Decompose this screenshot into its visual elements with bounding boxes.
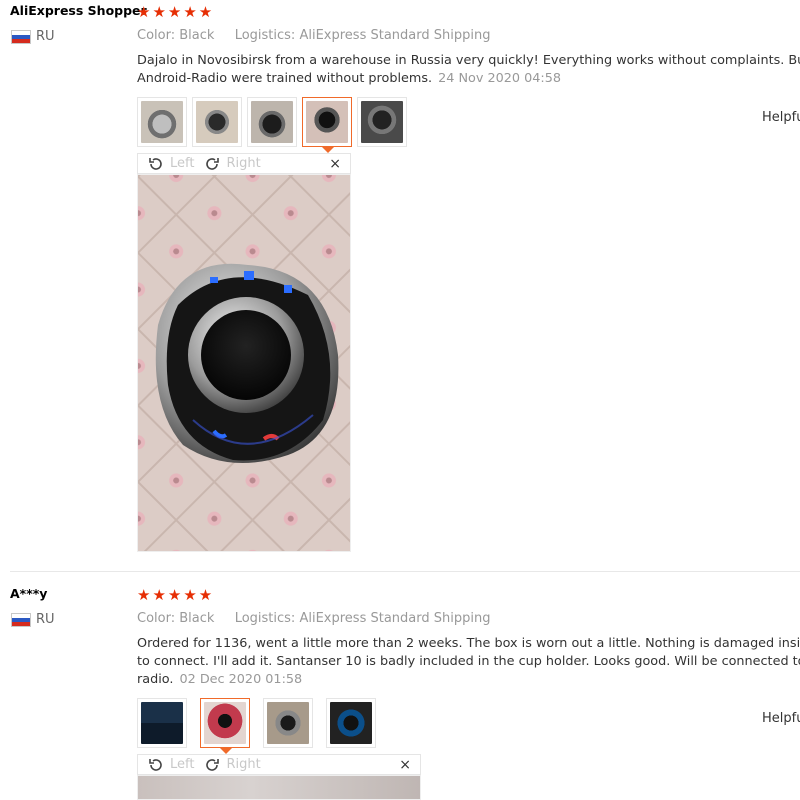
image-viewer-toolbar: Left Right ×: [137, 153, 351, 174]
review-text: Ordered for 1136, went a little more tha…: [137, 635, 800, 689]
russia-flag-icon: [11, 29, 31, 44]
review-text-line: Android-Radio were trained without probl…: [137, 71, 433, 86]
close-viewer-button[interactable]: ×: [399, 757, 411, 773]
reviewer-name: AliExpress Shopper: [10, 3, 147, 18]
rotate-left-icon: [149, 157, 162, 170]
color-value: Black: [179, 611, 215, 626]
review-item: AliExpress Shopper RU ★★★★★ Color: Black…: [0, 0, 800, 571]
rotate-right-label: Right: [226, 757, 261, 772]
review-text-line: Dajalo in Novosibirsk from a warehouse i…: [137, 53, 800, 68]
review-text-line: to connect. I'll add it. Santanser 10 is…: [137, 654, 800, 669]
rotate-left-label: Left: [170, 757, 195, 772]
country-code: RU: [36, 29, 55, 44]
review-thumbnails: [137, 97, 407, 153]
review-item: A***y RU ★★★★★ Color: Black Logistics: A…: [0, 583, 800, 800]
review-thumbnails: [137, 698, 376, 754]
helpful-label[interactable]: Helpful?: [762, 110, 800, 125]
star-rating: ★★★★★: [137, 3, 215, 21]
logistics-label: Logistics:: [234, 611, 296, 626]
rotate-left-button[interactable]: Left: [148, 757, 194, 773]
review-thumbnail[interactable]: [263, 698, 313, 748]
order-info: Color: Black Logistics: AliExpress Stand…: [137, 611, 490, 626]
reviewer-country: RU: [11, 612, 55, 627]
rotate-right-button[interactable]: Right: [204, 757, 261, 773]
rotate-left-icon: [149, 758, 162, 771]
review-thumbnail[interactable]: [137, 698, 187, 748]
review-date: 02 Dec 2020 01:58: [179, 672, 303, 687]
review-thumbnail-selected[interactable]: [302, 97, 352, 153]
review-thumbnail[interactable]: [357, 97, 407, 147]
russia-flag-icon: [11, 612, 31, 627]
color-label: Color:: [137, 28, 176, 43]
review-thumbnail[interactable]: [326, 698, 376, 748]
star-rating: ★★★★★: [137, 586, 215, 604]
review-text-line: radio.: [137, 672, 174, 687]
review-thumbnail-selected[interactable]: [200, 698, 250, 754]
logistics-value: AliExpress Standard Shipping: [299, 611, 491, 626]
logistics-label: Logistics:: [234, 28, 296, 43]
reviewer-name: A***y: [10, 586, 48, 601]
rotate-left-label: Left: [170, 156, 195, 171]
review-thumbnail[interactable]: [192, 97, 242, 147]
helpful-label[interactable]: Helpful?: [762, 711, 800, 726]
close-viewer-button[interactable]: ×: [329, 156, 341, 172]
review-date: 24 Nov 2020 04:58: [438, 71, 562, 86]
review-text: Dajalo in Novosibirsk from a warehouse i…: [137, 52, 800, 88]
image-viewer-toolbar: Left Right ×: [137, 754, 421, 775]
logistics-value: AliExpress Standard Shipping: [299, 28, 491, 43]
review-text-line: Ordered for 1136, went a little more tha…: [137, 636, 800, 651]
order-info: Color: Black Logistics: AliExpress Stand…: [137, 28, 490, 43]
color-label: Color:: [137, 611, 176, 626]
review-thumbnail[interactable]: [137, 97, 187, 147]
reviewer-country: RU: [11, 29, 55, 44]
review-divider: [10, 571, 800, 572]
rotate-right-icon: [206, 157, 220, 170]
rotate-right-icon: [206, 758, 220, 771]
rotate-right-button[interactable]: Right: [204, 156, 261, 172]
rotate-left-button[interactable]: Left: [148, 156, 194, 172]
review-photo-enlarged: [137, 775, 421, 800]
review-thumbnail[interactable]: [247, 97, 297, 147]
color-value: Black: [179, 28, 215, 43]
rotate-right-label: Right: [226, 156, 261, 171]
country-code: RU: [36, 612, 55, 627]
review-photo-enlarged: [137, 174, 351, 552]
